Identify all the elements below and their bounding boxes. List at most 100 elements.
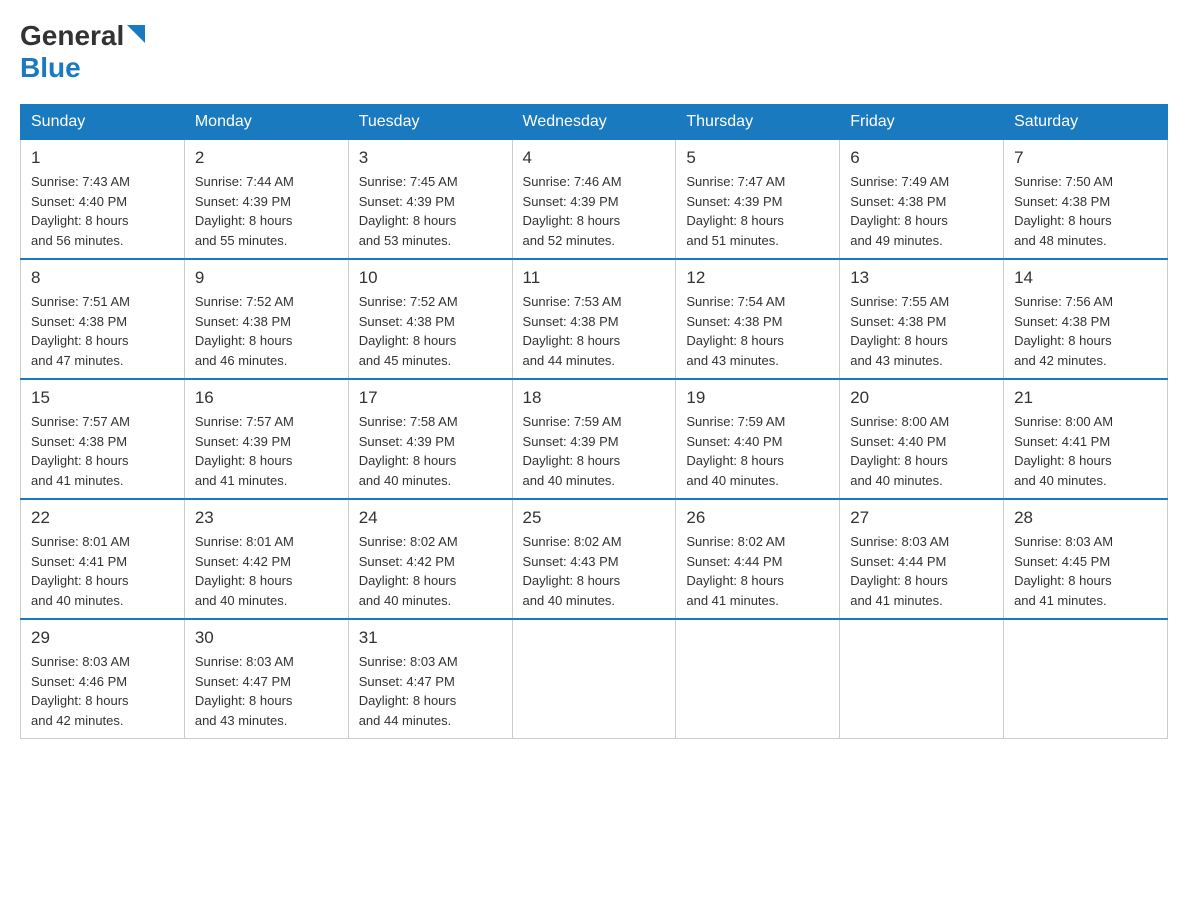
day-info: Sunrise: 7:45 AMSunset: 4:39 PMDaylight:… xyxy=(359,174,458,248)
day-info: Sunrise: 8:02 AMSunset: 4:42 PMDaylight:… xyxy=(359,534,458,608)
calendar-day-cell: 25 Sunrise: 8:02 AMSunset: 4:43 PMDaylig… xyxy=(512,499,676,619)
day-number: 12 xyxy=(686,268,829,288)
calendar-day-cell: 26 Sunrise: 8:02 AMSunset: 4:44 PMDaylig… xyxy=(676,499,840,619)
day-info: Sunrise: 7:53 AMSunset: 4:38 PMDaylight:… xyxy=(523,294,622,368)
day-info: Sunrise: 7:49 AMSunset: 4:38 PMDaylight:… xyxy=(850,174,949,248)
day-number: 27 xyxy=(850,508,993,528)
day-number: 15 xyxy=(31,388,174,408)
day-number: 19 xyxy=(686,388,829,408)
calendar-day-cell: 29 Sunrise: 8:03 AMSunset: 4:46 PMDaylig… xyxy=(21,619,185,739)
day-info: Sunrise: 8:03 AMSunset: 4:46 PMDaylight:… xyxy=(31,654,130,728)
calendar-day-cell: 7 Sunrise: 7:50 AMSunset: 4:38 PMDayligh… xyxy=(1004,140,1168,260)
day-info: Sunrise: 7:59 AMSunset: 4:40 PMDaylight:… xyxy=(686,414,785,488)
calendar-day-cell: 13 Sunrise: 7:55 AMSunset: 4:38 PMDaylig… xyxy=(840,259,1004,379)
day-info: Sunrise: 8:00 AMSunset: 4:40 PMDaylight:… xyxy=(850,414,949,488)
header-friday: Friday xyxy=(840,105,1004,140)
calendar-day-cell: 9 Sunrise: 7:52 AMSunset: 4:38 PMDayligh… xyxy=(184,259,348,379)
calendar-day-cell: 11 Sunrise: 7:53 AMSunset: 4:38 PMDaylig… xyxy=(512,259,676,379)
calendar-day-cell: 12 Sunrise: 7:54 AMSunset: 4:38 PMDaylig… xyxy=(676,259,840,379)
calendar-table: SundayMondayTuesdayWednesdayThursdayFrid… xyxy=(20,104,1168,739)
day-info: Sunrise: 7:54 AMSunset: 4:38 PMDaylight:… xyxy=(686,294,785,368)
day-number: 26 xyxy=(686,508,829,528)
day-number: 30 xyxy=(195,628,338,648)
day-number: 20 xyxy=(850,388,993,408)
day-number: 11 xyxy=(523,268,666,288)
day-number: 1 xyxy=(31,148,174,168)
day-number: 17 xyxy=(359,388,502,408)
calendar-day-cell: 2 Sunrise: 7:44 AMSunset: 4:39 PMDayligh… xyxy=(184,140,348,260)
day-number: 22 xyxy=(31,508,174,528)
day-number: 31 xyxy=(359,628,502,648)
day-info: Sunrise: 8:03 AMSunset: 4:45 PMDaylight:… xyxy=(1014,534,1113,608)
day-info: Sunrise: 7:59 AMSunset: 4:39 PMDaylight:… xyxy=(523,414,622,488)
day-number: 2 xyxy=(195,148,338,168)
calendar-day-cell: 15 Sunrise: 7:57 AMSunset: 4:38 PMDaylig… xyxy=(21,379,185,499)
header-wednesday: Wednesday xyxy=(512,105,676,140)
empty-cell xyxy=(512,619,676,739)
calendar-day-cell: 23 Sunrise: 8:01 AMSunset: 4:42 PMDaylig… xyxy=(184,499,348,619)
calendar-day-cell: 20 Sunrise: 8:00 AMSunset: 4:40 PMDaylig… xyxy=(840,379,1004,499)
day-info: Sunrise: 7:50 AMSunset: 4:38 PMDaylight:… xyxy=(1014,174,1113,248)
day-number: 4 xyxy=(523,148,666,168)
day-number: 23 xyxy=(195,508,338,528)
day-number: 14 xyxy=(1014,268,1157,288)
calendar-day-cell: 3 Sunrise: 7:45 AMSunset: 4:39 PMDayligh… xyxy=(348,140,512,260)
day-info: Sunrise: 7:52 AMSunset: 4:38 PMDaylight:… xyxy=(195,294,294,368)
day-info: Sunrise: 8:03 AMSunset: 4:47 PMDaylight:… xyxy=(195,654,294,728)
header-tuesday: Tuesday xyxy=(348,105,512,140)
calendar-header-row: SundayMondayTuesdayWednesdayThursdayFrid… xyxy=(21,105,1168,140)
day-info: Sunrise: 8:00 AMSunset: 4:41 PMDaylight:… xyxy=(1014,414,1113,488)
calendar-week-row: 15 Sunrise: 7:57 AMSunset: 4:38 PMDaylig… xyxy=(21,379,1168,499)
day-number: 18 xyxy=(523,388,666,408)
day-number: 8 xyxy=(31,268,174,288)
day-number: 21 xyxy=(1014,388,1157,408)
day-info: Sunrise: 7:58 AMSunset: 4:39 PMDaylight:… xyxy=(359,414,458,488)
calendar-day-cell: 22 Sunrise: 8:01 AMSunset: 4:41 PMDaylig… xyxy=(21,499,185,619)
day-number: 24 xyxy=(359,508,502,528)
day-number: 25 xyxy=(523,508,666,528)
day-info: Sunrise: 7:44 AMSunset: 4:39 PMDaylight:… xyxy=(195,174,294,248)
calendar-day-cell: 6 Sunrise: 7:49 AMSunset: 4:38 PMDayligh… xyxy=(840,140,1004,260)
calendar-day-cell: 17 Sunrise: 7:58 AMSunset: 4:39 PMDaylig… xyxy=(348,379,512,499)
day-info: Sunrise: 7:55 AMSunset: 4:38 PMDaylight:… xyxy=(850,294,949,368)
page-header: General Blue xyxy=(20,20,1168,84)
day-number: 29 xyxy=(31,628,174,648)
calendar-day-cell: 16 Sunrise: 7:57 AMSunset: 4:39 PMDaylig… xyxy=(184,379,348,499)
empty-cell xyxy=(840,619,1004,739)
calendar-day-cell: 8 Sunrise: 7:51 AMSunset: 4:38 PMDayligh… xyxy=(21,259,185,379)
day-number: 13 xyxy=(850,268,993,288)
calendar-day-cell: 21 Sunrise: 8:00 AMSunset: 4:41 PMDaylig… xyxy=(1004,379,1168,499)
header-sunday: Sunday xyxy=(21,105,185,140)
calendar-day-cell: 10 Sunrise: 7:52 AMSunset: 4:38 PMDaylig… xyxy=(348,259,512,379)
day-number: 16 xyxy=(195,388,338,408)
empty-cell xyxy=(676,619,840,739)
day-info: Sunrise: 7:46 AMSunset: 4:39 PMDaylight:… xyxy=(523,174,622,248)
day-number: 6 xyxy=(850,148,993,168)
day-info: Sunrise: 8:03 AMSunset: 4:47 PMDaylight:… xyxy=(359,654,458,728)
day-info: Sunrise: 8:03 AMSunset: 4:44 PMDaylight:… xyxy=(850,534,949,608)
calendar-day-cell: 30 Sunrise: 8:03 AMSunset: 4:47 PMDaylig… xyxy=(184,619,348,739)
calendar-day-cell: 19 Sunrise: 7:59 AMSunset: 4:40 PMDaylig… xyxy=(676,379,840,499)
day-info: Sunrise: 7:56 AMSunset: 4:38 PMDaylight:… xyxy=(1014,294,1113,368)
logo-arrow-icon xyxy=(127,25,145,48)
day-info: Sunrise: 8:01 AMSunset: 4:41 PMDaylight:… xyxy=(31,534,130,608)
calendar-week-row: 29 Sunrise: 8:03 AMSunset: 4:46 PMDaylig… xyxy=(21,619,1168,739)
day-number: 10 xyxy=(359,268,502,288)
calendar-day-cell: 14 Sunrise: 7:56 AMSunset: 4:38 PMDaylig… xyxy=(1004,259,1168,379)
day-info: Sunrise: 7:43 AMSunset: 4:40 PMDaylight:… xyxy=(31,174,130,248)
day-info: Sunrise: 7:57 AMSunset: 4:38 PMDaylight:… xyxy=(31,414,130,488)
day-info: Sunrise: 8:01 AMSunset: 4:42 PMDaylight:… xyxy=(195,534,294,608)
calendar-day-cell: 27 Sunrise: 8:03 AMSunset: 4:44 PMDaylig… xyxy=(840,499,1004,619)
calendar-day-cell: 18 Sunrise: 7:59 AMSunset: 4:39 PMDaylig… xyxy=(512,379,676,499)
day-info: Sunrise: 8:02 AMSunset: 4:44 PMDaylight:… xyxy=(686,534,785,608)
calendar-day-cell: 31 Sunrise: 8:03 AMSunset: 4:47 PMDaylig… xyxy=(348,619,512,739)
logo-blue: Blue xyxy=(20,52,81,83)
day-number: 5 xyxy=(686,148,829,168)
day-number: 28 xyxy=(1014,508,1157,528)
day-info: Sunrise: 7:47 AMSunset: 4:39 PMDaylight:… xyxy=(686,174,785,248)
day-number: 7 xyxy=(1014,148,1157,168)
header-thursday: Thursday xyxy=(676,105,840,140)
header-saturday: Saturday xyxy=(1004,105,1168,140)
day-info: Sunrise: 8:02 AMSunset: 4:43 PMDaylight:… xyxy=(523,534,622,608)
calendar-day-cell: 1 Sunrise: 7:43 AMSunset: 4:40 PMDayligh… xyxy=(21,140,185,260)
